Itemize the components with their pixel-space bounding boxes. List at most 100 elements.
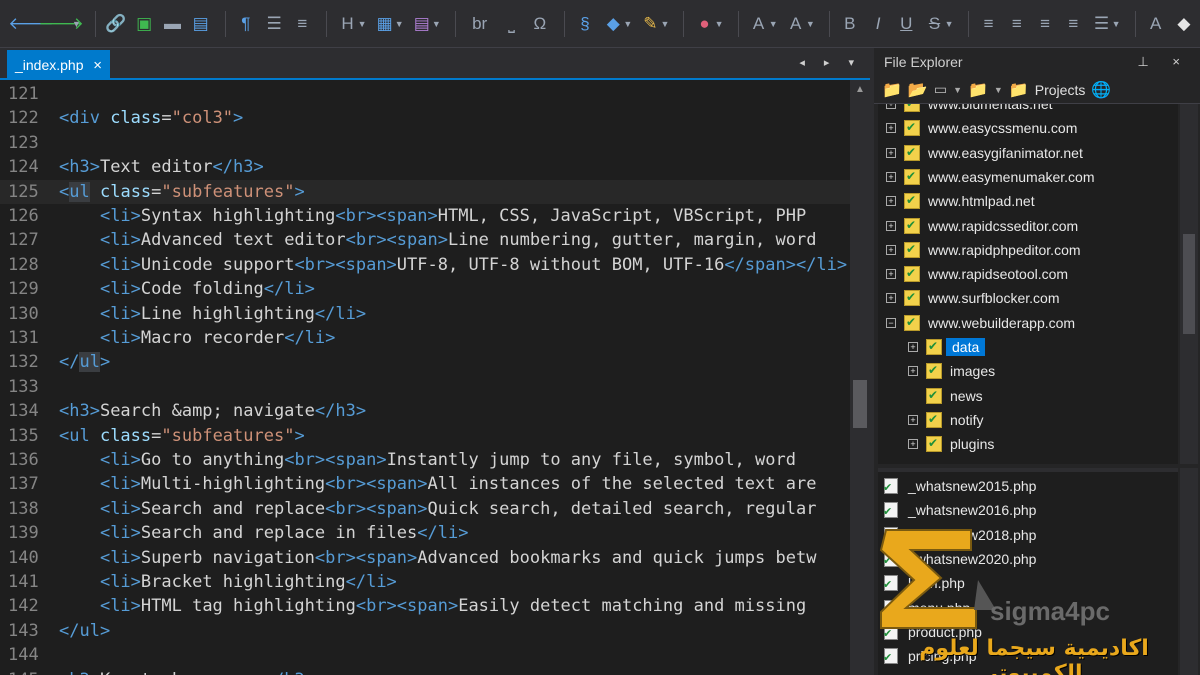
- projects-button[interactable]: Projects: [1035, 82, 1086, 98]
- nbsp-icon[interactable]: ⎵: [499, 11, 523, 37]
- code-editor[interactable]: 121 122 <div class="col3"> 123 124 <h3>Text e…: [0, 80, 850, 675]
- code-line[interactable]: 145 <h3>Keystroke savers</h3>: [0, 668, 850, 675]
- tag-icon[interactable]: ◆: [601, 11, 625, 37]
- text-color-icon[interactable]: A: [1144, 11, 1168, 37]
- code-line[interactable]: 126 <li>Syntax highlighting<br><span>HTM…: [0, 204, 850, 228]
- code-line[interactable]: 144: [0, 643, 850, 667]
- code-line[interactable]: 132 </ul>: [0, 350, 850, 374]
- expand-icon[interactable]: +: [886, 123, 896, 134]
- expand-icon[interactable]: +: [908, 414, 918, 425]
- special-char-icon[interactable]: Ω: [528, 11, 552, 37]
- tab-index-php[interactable]: _index.php ×: [7, 50, 110, 80]
- close-icon[interactable]: ×: [93, 57, 102, 74]
- file-item[interactable]: _whatsnew2016.php: [883, 498, 1036, 522]
- bold-icon[interactable]: B: [838, 11, 862, 37]
- line-break-icon[interactable]: br: [464, 11, 496, 37]
- expand-icon[interactable]: +: [886, 104, 896, 109]
- expand-icon[interactable]: +: [886, 147, 896, 158]
- heading-dropdown-icon[interactable]: ▼: [358, 19, 367, 29]
- form-icon[interactable]: ▤: [410, 11, 434, 37]
- code-line[interactable]: 124 <h3>Text editor</h3>: [0, 155, 850, 179]
- code-line[interactable]: 129 <li>Code folding</li>: [0, 277, 850, 301]
- code-line[interactable]: 141 <li>Bracket highlighting</li>: [0, 570, 850, 594]
- brush-dropdown-icon[interactable]: ▼: [661, 19, 670, 29]
- file-item[interactable]: menu.php: [883, 596, 970, 620]
- pin-close-icons[interactable]: ⊥ ×: [1137, 54, 1190, 70]
- code-line[interactable]: 123: [0, 131, 850, 155]
- text-style-dropdown-icon[interactable]: ▼: [945, 19, 954, 29]
- expand-icon[interactable]: +: [908, 439, 918, 450]
- tree-node[interactable]: + www.easygifanimator.net: [886, 141, 1083, 165]
- expand-icon[interactable]: [908, 391, 918, 401]
- code-line[interactable]: 143 </ul>: [0, 619, 850, 643]
- expand-icon[interactable]: +: [886, 269, 896, 280]
- form-dropdown-icon[interactable]: ▼: [432, 19, 441, 29]
- tree-node[interactable]: + plugins: [908, 432, 994, 456]
- tree-node[interactable]: − www.webuilderapp.com: [886, 311, 1075, 335]
- collapse-icon[interactable]: −: [886, 317, 896, 328]
- tree-node[interactable]: + notify: [908, 408, 983, 432]
- new-folder-icon[interactable]: 📂: [908, 80, 928, 100]
- numbered-list-icon[interactable]: ≡: [290, 11, 314, 37]
- tree-node[interactable]: + www.rapidphpeditor.com: [886, 238, 1081, 262]
- code-line[interactable]: 125 <ul class="subfeatures">: [0, 179, 850, 204]
- font-size-up-dropdown-icon[interactable]: ▼: [769, 19, 778, 29]
- file-item[interactable]: _whatsnew2018.php: [883, 523, 1036, 547]
- code-line[interactable]: 138 <li>Search and replace<br><span>Quic…: [0, 497, 850, 521]
- link-icon[interactable]: 🔗: [104, 11, 128, 37]
- code-line[interactable]: 130 <li>Line highlighting</li>: [0, 302, 850, 326]
- horizontal-rule-icon[interactable]: ▬: [160, 11, 184, 37]
- code-line[interactable]: 135 <ul class="subfeatures">: [0, 424, 850, 448]
- folder-dropdown-icon[interactable]: ▼: [994, 85, 1003, 95]
- brush-icon[interactable]: ✎: [638, 11, 662, 37]
- globe-icon[interactable]: 🌐: [1091, 80, 1111, 100]
- tree-scrollbar[interactable]: [1180, 104, 1198, 464]
- tree-node[interactable]: + data: [908, 335, 986, 359]
- image-icon[interactable]: ▣: [132, 11, 156, 37]
- comment-icon[interactable]: ▤: [189, 11, 213, 37]
- file-item[interactable]: pricing.php: [883, 644, 977, 668]
- folder-icon[interactable]: 📁: [968, 80, 988, 100]
- file-list[interactable]: _whatsnew2015.php _whatsnew2016.php _whats…: [878, 468, 1178, 675]
- code-line[interactable]: 121: [0, 82, 850, 106]
- code-line[interactable]: 128 <li>Unicode support<br><span>UTF-8, …: [0, 253, 850, 277]
- bullet-list-icon[interactable]: ☰: [262, 11, 286, 37]
- align-right-icon[interactable]: ≡: [1033, 11, 1057, 37]
- scroll-up-icon[interactable]: ▲: [855, 84, 865, 95]
- line-spacing-dropdown-icon[interactable]: ▼: [1112, 19, 1121, 29]
- tree-node[interactable]: + www.easycssmenu.com: [886, 116, 1077, 140]
- code-line[interactable]: 142 <li>HTML tag highlighting<br><span>E…: [0, 594, 850, 618]
- code-line[interactable]: 127 <li>Advanced text editor<br><span>Li…: [0, 228, 850, 252]
- table-icon[interactable]: ▦: [373, 11, 397, 37]
- font-size-down-icon[interactable]: A: [784, 11, 808, 37]
- view-icon[interactable]: ▭: [934, 81, 947, 98]
- expand-icon[interactable]: +: [886, 244, 896, 255]
- tree-node[interactable]: + www.rapidseotool.com: [886, 262, 1068, 286]
- tree-node[interactable]: + www.blumentals.net: [886, 104, 1053, 116]
- folder-up-icon[interactable]: 📁: [882, 80, 902, 100]
- code-line[interactable]: 139 <li>Search and replace in files</li>: [0, 521, 850, 545]
- tree-node[interactable]: + www.surfblocker.com: [886, 286, 1059, 310]
- heading-icon[interactable]: H: [335, 11, 359, 37]
- file-item[interactable]: product.php: [883, 620, 982, 644]
- table-dropdown-icon[interactable]: ▼: [395, 19, 404, 29]
- view-dropdown-icon[interactable]: ▼: [953, 85, 962, 95]
- tree-node[interactable]: + www.easymenumaker.com: [886, 165, 1095, 189]
- code-line[interactable]: 134 <h3>Search &amp; navigate</h3>: [0, 399, 850, 423]
- editor-scrollbar[interactable]: ▲: [850, 80, 870, 675]
- expand-icon[interactable]: +: [908, 342, 918, 352]
- file-item[interactable]: _whatsnew2020.php: [883, 547, 1036, 571]
- tree-node[interactable]: + www.htmlpad.net: [886, 189, 1035, 213]
- projects-icon[interactable]: 📁: [1009, 80, 1029, 100]
- code-line[interactable]: 122 <div class="col3">: [0, 106, 850, 130]
- style-icon[interactable]: §: [573, 11, 597, 37]
- align-left-icon[interactable]: ≡: [977, 11, 1001, 37]
- font-size-up-icon[interactable]: A: [746, 11, 770, 37]
- code-line[interactable]: 136 <li>Go to anything<br><span>Instantl…: [0, 448, 850, 472]
- strikethrough-icon[interactable]: S: [922, 11, 946, 37]
- expand-icon[interactable]: +: [886, 171, 896, 182]
- paragraph-icon[interactable]: ¶: [234, 11, 258, 37]
- line-spacing-icon[interactable]: ☰: [1089, 11, 1113, 37]
- expand-icon[interactable]: +: [886, 220, 896, 231]
- font-size-down-dropdown-icon[interactable]: ▼: [806, 19, 815, 29]
